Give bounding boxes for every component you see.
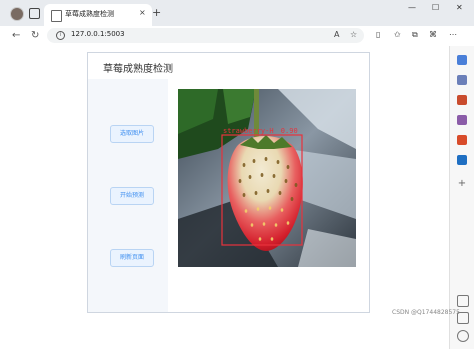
layout-icon[interactable] — [457, 295, 469, 307]
tools-icon[interactable] — [457, 95, 467, 105]
tab-title: 草莓成熟度检测 — [65, 10, 114, 18]
watermark-text: CSDN @Q1744828575 — [392, 309, 460, 316]
favorite-star-icon[interactable]: ☆ — [350, 30, 357, 39]
read-aloud-icon[interactable]: A — [334, 30, 339, 39]
browser-window: 草莓成熟度检测 × + — ☐ ✕ ← ↻ i 127.0.0.1:5003 A… — [0, 0, 474, 349]
control-panel: 选取图片 开始预测 刷新页面 — [88, 79, 168, 312]
card-header: 草莓成熟度检测 — [88, 53, 369, 79]
site-info-icon[interactable]: i — [56, 31, 65, 40]
split-screen-icon[interactable]: ▯ — [376, 30, 380, 39]
minimize-button[interactable]: — — [408, 3, 416, 12]
select-image-button[interactable]: 选取图片 — [110, 125, 154, 143]
svg-text:strawberry-H 0.90: strawberry-H 0.90 — [223, 127, 298, 135]
office-icon[interactable] — [457, 135, 467, 145]
page-favicon-icon — [51, 10, 62, 22]
edge-sidebar: + — [449, 46, 474, 349]
detection-label: strawberry-H — [223, 127, 274, 135]
url-text: 127.0.0.1:5003 — [71, 30, 125, 38]
add-icon[interactable]: + — [457, 179, 467, 189]
outlook-icon[interactable] — [457, 155, 467, 165]
detection-score: 0.90 — [281, 127, 298, 135]
extensions-icon[interactable]: ⌘ — [429, 30, 437, 39]
collections-icon[interactable]: ⧉ — [412, 30, 418, 40]
page-title: 草莓成熟度检测 — [103, 64, 173, 75]
new-tab-button[interactable]: + — [152, 6, 161, 19]
back-button[interactable]: ← — [12, 30, 20, 41]
browser-toolbar: ← ↻ i 127.0.0.1:5003 A ☆ ▯ ✩ ⧉ ⌘ ⋯ — [0, 26, 474, 46]
favorites-icon[interactable]: ✩ — [394, 30, 401, 39]
app-card: 草莓成熟度检测 选取图片 开始预测 刷新页面 strawberry-H 0.90 — [87, 52, 370, 313]
address-bar[interactable]: i 127.0.0.1:5003 A ☆ — [47, 28, 364, 43]
tab-strip: 草莓成熟度检测 × + — ☐ ✕ — [0, 0, 474, 26]
reload-button[interactable]: ↻ — [31, 30, 39, 41]
start-detect-button[interactable]: 开始预测 — [110, 187, 154, 205]
more-icon[interactable]: ⋯ — [449, 30, 457, 39]
tab-close-icon[interactable]: × — [139, 8, 146, 17]
close-button[interactable]: ✕ — [456, 3, 463, 12]
shopping-tag-icon[interactable] — [457, 75, 467, 85]
settings-icon[interactable] — [457, 330, 469, 342]
profile-avatar[interactable] — [10, 7, 24, 21]
people-icon[interactable] — [457, 115, 467, 125]
refresh-page-button[interactable]: 刷新页面 — [110, 249, 154, 267]
tab-actions-icon[interactable] — [29, 8, 40, 19]
tab-active[interactable]: 草莓成熟度检测 × — [44, 4, 152, 26]
search-icon[interactable] — [457, 55, 467, 65]
result-image: strawberry-H 0.90 — [178, 89, 356, 267]
maximize-button[interactable]: ☐ — [432, 3, 439, 12]
